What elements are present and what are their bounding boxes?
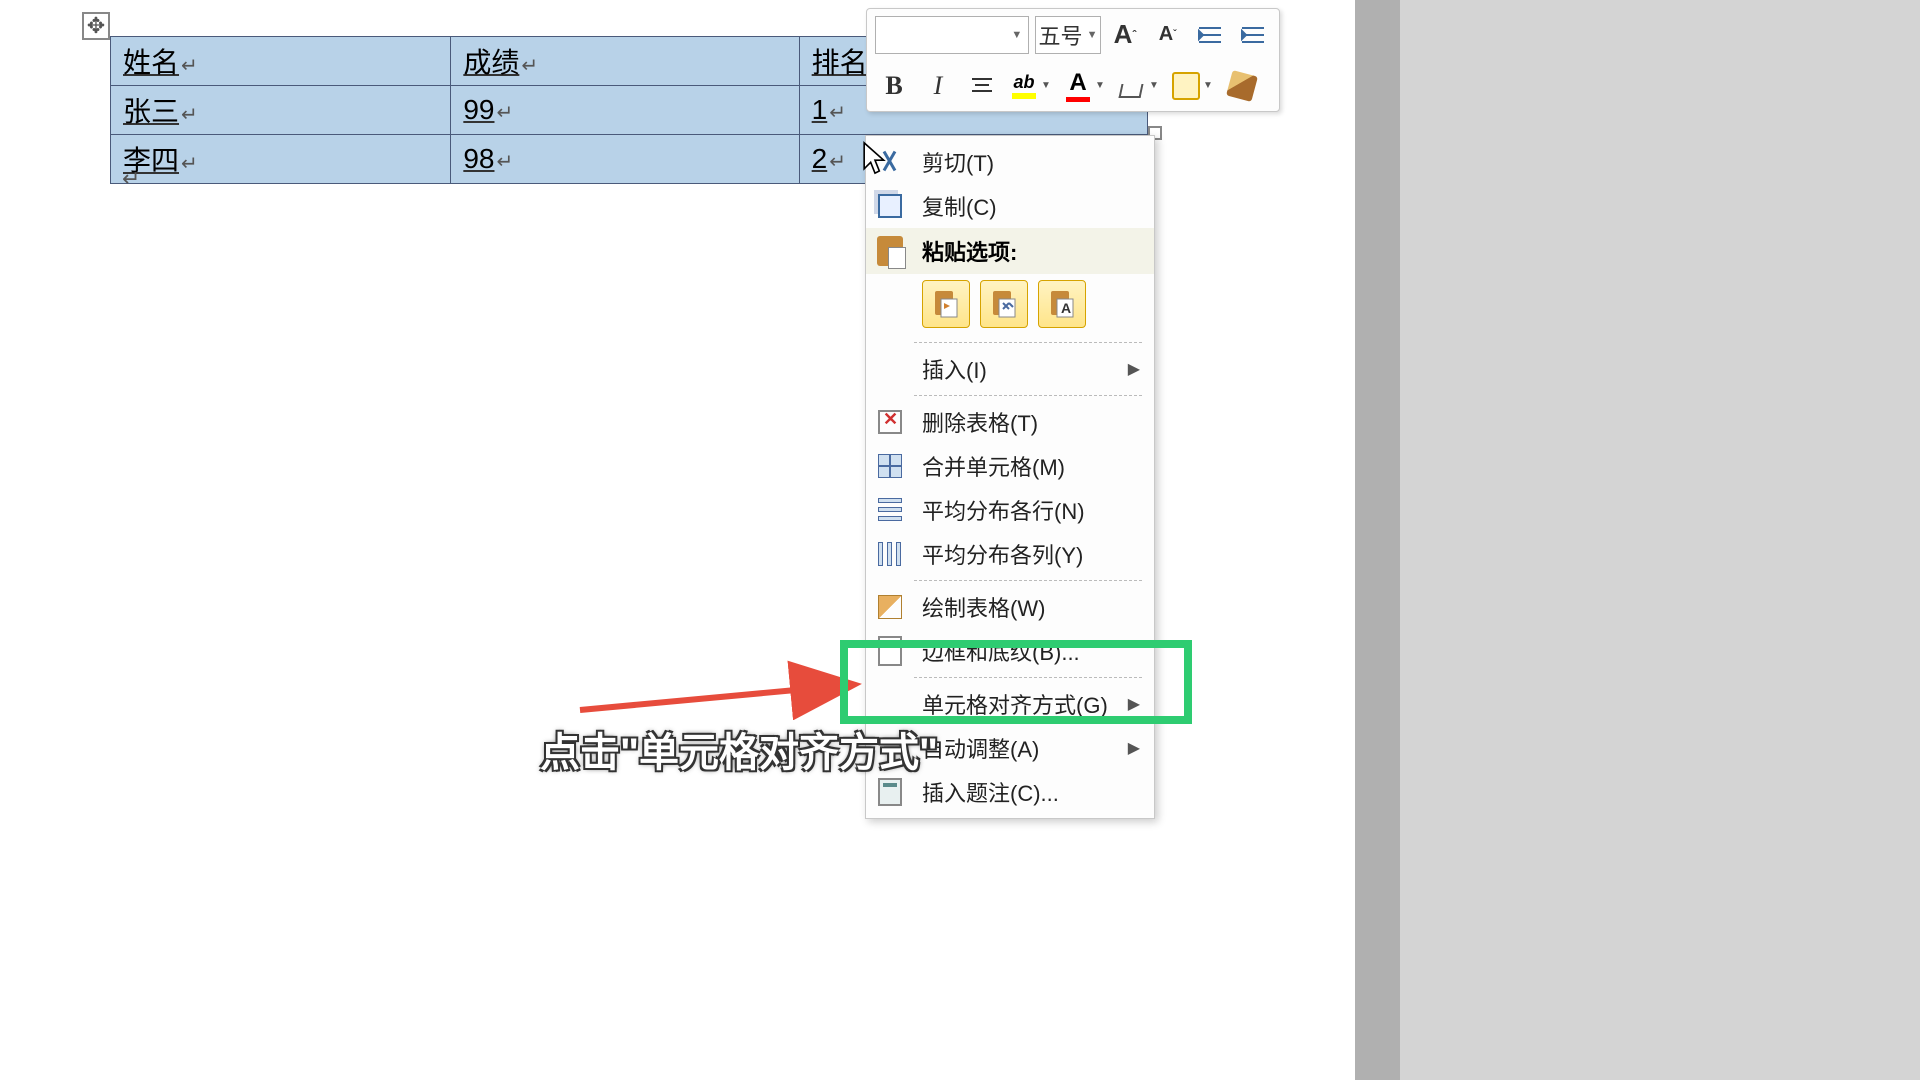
font-color-button[interactable]: A ▼ (1061, 67, 1109, 105)
menu-distribute-cols[interactable]: 平均分布各列(Y) (866, 532, 1154, 576)
paste-icon (874, 235, 906, 267)
paste-keep-source-button[interactable] (922, 280, 970, 328)
menu-merge-cells[interactable]: 合并单元格(M) (866, 444, 1154, 488)
paragraph-mark: ↵ (122, 166, 140, 192)
menu-separator (914, 342, 1142, 343)
highlight-button[interactable]: ab ▼ (1007, 67, 1055, 105)
menu-insert-caption[interactable]: 插入题注(C)... (866, 770, 1154, 814)
svg-text:A: A (1061, 300, 1071, 316)
cell[interactable]: 99 (463, 94, 494, 125)
scrollbar-region[interactable] (1355, 0, 1400, 1080)
paste-options-row: A (866, 274, 1154, 338)
cut-icon (874, 146, 906, 178)
paste-text-only-icon: A (1047, 289, 1077, 319)
paste-text-only-button[interactable]: A (1038, 280, 1086, 328)
header-score[interactable]: 成绩 (463, 47, 519, 78)
paste-keep-source-icon (931, 289, 961, 319)
insert-caption-icon (874, 776, 906, 808)
menu-separator (914, 677, 1142, 678)
menu-separator (914, 395, 1142, 396)
chevron-down-icon[interactable]: ▼ (1149, 80, 1163, 91)
delete-table-icon (874, 406, 906, 438)
header-name[interactable]: 姓名 (123, 47, 179, 78)
italic-button[interactable]: I (919, 67, 957, 105)
menu-cut[interactable]: 剪切(T) (866, 140, 1154, 184)
chevron-down-icon[interactable]: ▼ (1203, 80, 1217, 91)
chevron-right-icon: ▶ (1128, 738, 1140, 758)
align-center-button[interactable] (963, 67, 1001, 105)
paste-merge-button[interactable] (980, 280, 1028, 328)
borders-button[interactable]: ▼ (1169, 67, 1217, 105)
menu-borders-shading[interactable]: 边框和底纹(B)... (866, 629, 1154, 673)
menu-cell-alignment[interactable]: 单元格对齐方式(G) ▶ (866, 682, 1154, 726)
bold-button[interactable]: B (875, 67, 913, 105)
cell[interactable]: 98 (463, 143, 494, 174)
menu-distribute-rows[interactable]: 平均分布各行(N) (866, 488, 1154, 532)
decrease-indent-icon (1197, 24, 1223, 46)
chevron-down-icon: ▼ (1087, 29, 1098, 41)
mini-toolbar: ▼ 五号 ▼ Aˆ Aˇ B I ab (866, 8, 1280, 112)
menu-delete-table[interactable]: 删除表格(T) (866, 400, 1154, 444)
paint-bucket-icon (1118, 72, 1146, 100)
context-menu: 剪切(T) 复制(C) 粘贴选项: A 插入(I) ▶ 删除表格(T) 合并单元… (865, 135, 1155, 819)
format-painter-icon (1226, 70, 1258, 102)
header-rank[interactable]: 排名 (812, 47, 868, 78)
shrink-font-button[interactable]: Aˇ (1149, 16, 1186, 54)
format-painter-button[interactable] (1223, 67, 1261, 105)
font-size-combo[interactable]: 五号 ▼ (1035, 16, 1101, 54)
cell[interactable]: 2 (812, 143, 828, 174)
window-outer-gray (1355, 0, 1920, 1080)
merge-cells-icon (874, 450, 906, 482)
table-move-handle[interactable]: ✥ (82, 12, 110, 40)
borders-shading-icon (874, 635, 906, 667)
paste-merge-icon (989, 289, 1019, 319)
increase-indent-icon (1240, 24, 1266, 46)
chevron-down-icon[interactable]: ▼ (1041, 80, 1055, 91)
menu-insert[interactable]: 插入(I) ▶ (866, 347, 1154, 391)
menu-copy[interactable]: 复制(C) (866, 184, 1154, 228)
draw-table-icon (874, 591, 906, 623)
chevron-down-icon: ▼ (1011, 29, 1022, 41)
grow-font-button[interactable]: Aˆ (1107, 16, 1144, 54)
font-color-icon: A (1069, 69, 1086, 97)
chevron-down-icon[interactable]: ▼ (1095, 80, 1109, 91)
cell[interactable]: 张三 (123, 96, 179, 127)
copy-icon (874, 190, 906, 222)
decrease-indent-button[interactable] (1192, 16, 1229, 54)
menu-separator (914, 580, 1142, 581)
distribute-rows-icon (874, 494, 906, 526)
align-center-icon (970, 76, 994, 96)
highlight-icon: ab (1013, 72, 1034, 93)
menu-draw-table[interactable]: 绘制表格(W) (866, 585, 1154, 629)
shading-button[interactable]: ▼ (1115, 67, 1163, 105)
increase-indent-button[interactable] (1234, 16, 1271, 54)
font-size-value: 五号 (1039, 19, 1083, 51)
chevron-right-icon: ▶ (1128, 694, 1140, 714)
chevron-right-icon: ▶ (1128, 359, 1140, 379)
cell[interactable]: 1 (812, 94, 828, 125)
distribute-cols-icon (874, 538, 906, 570)
borders-icon (1172, 72, 1200, 100)
menu-paste-options-header: 粘贴选项: (866, 228, 1154, 274)
menu-autofit[interactable]: 自动调整(A) ▶ (866, 726, 1154, 770)
font-name-combo[interactable]: ▼ (875, 16, 1029, 54)
